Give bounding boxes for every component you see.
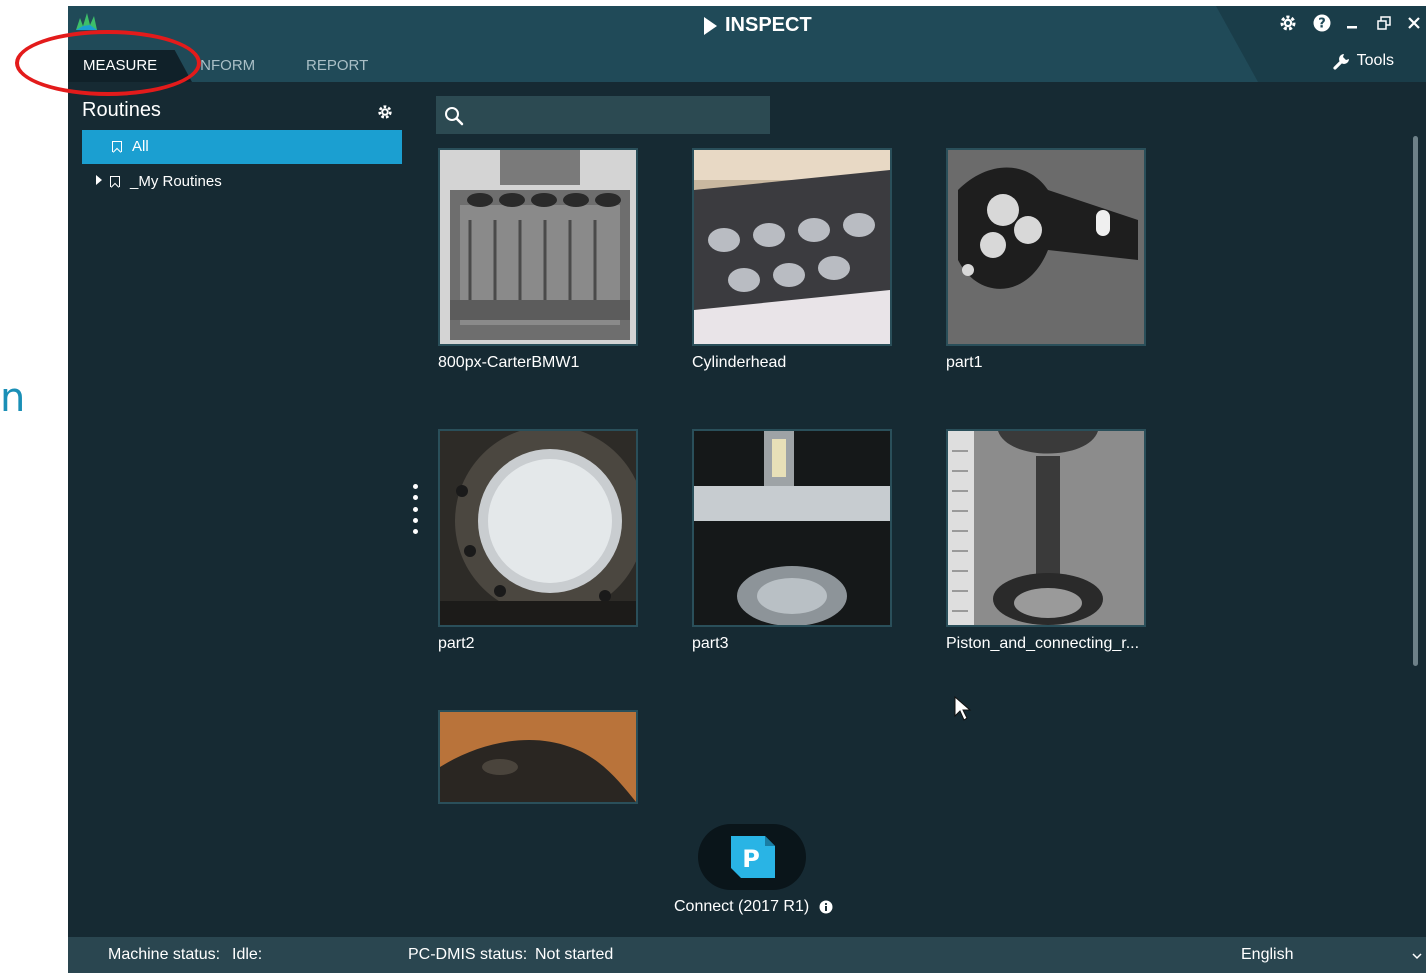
routine-card[interactable]: part1 [946,148,1146,372]
tab-inform[interactable]: INFORM [196,50,255,82]
routine-thumbnail[interactable] [438,429,638,627]
part3-image [694,431,890,625]
routine-thumbnail[interactable] [946,148,1146,346]
bookmark-icon [110,176,120,187]
search-input[interactable] [470,96,764,136]
machine-status-value: Idle: [232,946,263,963]
connect-label-text: Connect (2017 R1) [674,898,810,915]
bookmark-icon [112,141,122,152]
info-icon[interactable] [819,900,833,914]
panel-splitter-handle[interactable] [412,484,418,534]
tools-button[interactable]: Tools [1333,52,1394,70]
expand-arrow-icon[interactable] [96,175,102,185]
routine-card[interactable]: 800px-CarterBMW1 [438,148,638,372]
close-icon [1408,17,1420,29]
routine-name: 800px-CarterBMW1 [438,354,580,371]
wrench-icon [1333,54,1349,70]
routine-thumbnail-image [440,712,636,802]
close-button[interactable] [1400,11,1426,35]
connect-button[interactable]: P [698,824,806,890]
piston-image [948,431,1144,625]
background-text: n [0,375,26,421]
cylinderhead-image [694,150,890,344]
routine-card[interactable]: Piston_and_connecting_r... [946,429,1146,653]
mouse-cursor-icon [954,696,972,721]
engine-block-image [440,150,636,344]
routines-settings-button[interactable] [377,104,393,124]
routine-thumbnail[interactable] [692,148,892,346]
machine-status-label: Machine status: [108,946,221,963]
app-title-text: INSPECT [725,14,812,36]
routine-name: part1 [946,354,983,371]
search-icon [445,107,464,126]
language-selector[interactable]: English [1241,946,1293,964]
routine-name: part3 [692,635,729,652]
routine-thumbnail[interactable] [438,148,638,346]
app-logo-icon [76,13,97,30]
routine-name: Cylinderhead [692,354,787,371]
sidebar-title: Routines [82,99,161,121]
restore-button[interactable] [1370,11,1398,35]
routine-card[interactable]: part3 [692,429,892,653]
inspect-app-window: INSPECT ? MEASURE INFORM REPORT Tools Ro… [68,6,1426,973]
title-bar: INSPECT ? MEASURE INFORM REPORT Tools [68,6,1426,82]
status-bar: Machine status: Idle: PC-DMIS status: No… [68,937,1426,973]
help-icon: ? [1313,14,1331,32]
restore-icon [1377,16,1391,30]
pc-dmis-logo-icon: P [731,836,775,878]
pcdmis-status-label: PC-DMIS status: [408,946,528,963]
chevron-down-icon[interactable] [1412,953,1422,960]
routine-name: part2 [438,635,475,652]
part1-image [948,150,1144,344]
search-box[interactable] [436,96,770,136]
routine-card[interactable] [438,710,638,812]
routine-thumbnail[interactable] [692,429,892,627]
play-icon [704,16,717,35]
minimize-button[interactable] [1338,11,1366,35]
connect-label: Connect (2017 R1) [674,898,833,916]
tab-report[interactable]: REPORT [306,50,368,82]
settings-button[interactable] [1274,11,1302,35]
svg-text:?: ? [1318,17,1326,32]
sidebar-item-all[interactable]: All [82,130,402,164]
vertical-scrollbar[interactable] [1413,136,1418,666]
sidebar-item-label: All [132,138,149,155]
help-button[interactable]: ? [1308,11,1336,35]
gear-icon [378,105,392,119]
tab-measure[interactable]: MEASURE [68,50,192,82]
part2-image [440,431,636,625]
routine-thumbnail[interactable] [946,429,1146,627]
tools-label: Tools [1356,52,1394,69]
routine-card[interactable]: Cylinderhead [692,148,892,372]
sidebar-item-my-routines[interactable]: _My Routines [82,165,402,199]
routine-name: Piston_and_connecting_r... [946,635,1140,652]
pcdmis-status-value: Not started [535,946,614,963]
minimize-icon [1347,26,1357,29]
connect-icon-letter: P [742,845,760,873]
app-title: INSPECT [704,14,812,37]
gear-icon [1280,15,1296,31]
sidebar-item-label: _My Routines [130,173,222,190]
routine-card[interactable]: part2 [438,429,638,653]
routine-thumbnail[interactable] [438,710,638,804]
